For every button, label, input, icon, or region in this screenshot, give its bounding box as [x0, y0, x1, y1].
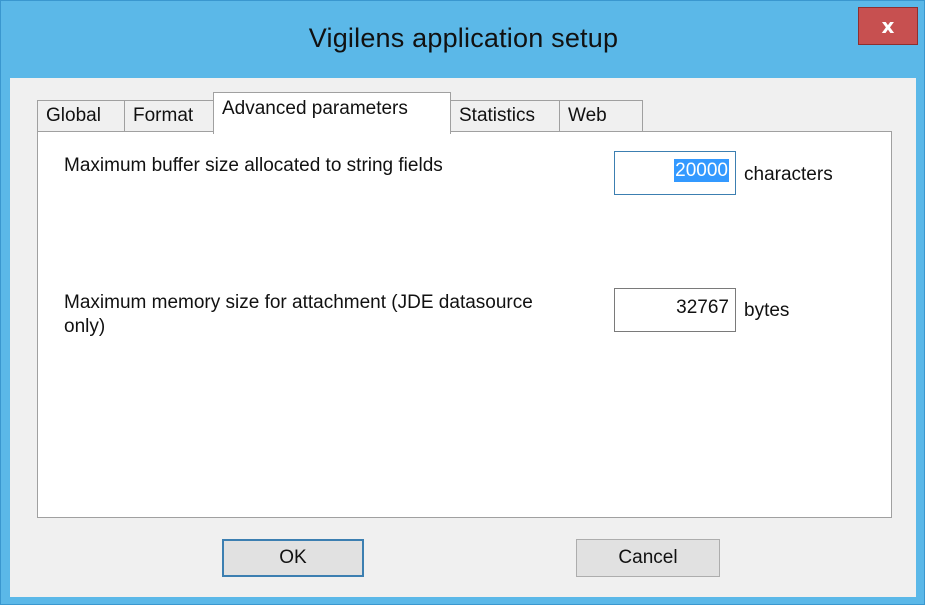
tab-advanced-parameters[interactable]: Advanced parameters	[213, 92, 451, 134]
tab-global[interactable]: Global	[37, 100, 125, 132]
buffer-size-unit: characters	[744, 164, 833, 185]
tab-statistics[interactable]: Statistics	[450, 100, 560, 132]
tab-format[interactable]: Format	[124, 100, 214, 132]
memory-size-unit: bytes	[744, 300, 790, 321]
close-button[interactable]: x	[858, 7, 918, 45]
close-icon: x	[881, 14, 895, 38]
buffer-size-value: 20000	[674, 159, 729, 182]
buffer-size-label: Maximum buffer size allocated to string …	[64, 155, 443, 176]
buffer-size-input[interactable]: 20000	[614, 151, 736, 195]
tab-web[interactable]: Web	[559, 100, 643, 132]
client-area: Global Format Advanced parameters Statis…	[10, 78, 916, 597]
title-bar[interactable]: Vigilens application setup x	[1, 1, 925, 77]
dialog-window: Vigilens application setup x Global Form…	[0, 0, 925, 605]
memory-size-label-line2: only)	[64, 316, 106, 337]
advanced-parameters-panel: Maximum buffer size allocated to string …	[37, 131, 892, 518]
window-title: Vigilens application setup	[308, 23, 619, 53]
memory-size-label-line1: Maximum memory size for attachment (JDE …	[64, 292, 533, 313]
memory-size-label: Maximum memory size for attachment (JDE …	[64, 291, 533, 339]
memory-size-input[interactable]: 32767	[614, 288, 736, 332]
cancel-button[interactable]: Cancel	[576, 539, 720, 577]
ok-button[interactable]: OK	[222, 539, 364, 577]
